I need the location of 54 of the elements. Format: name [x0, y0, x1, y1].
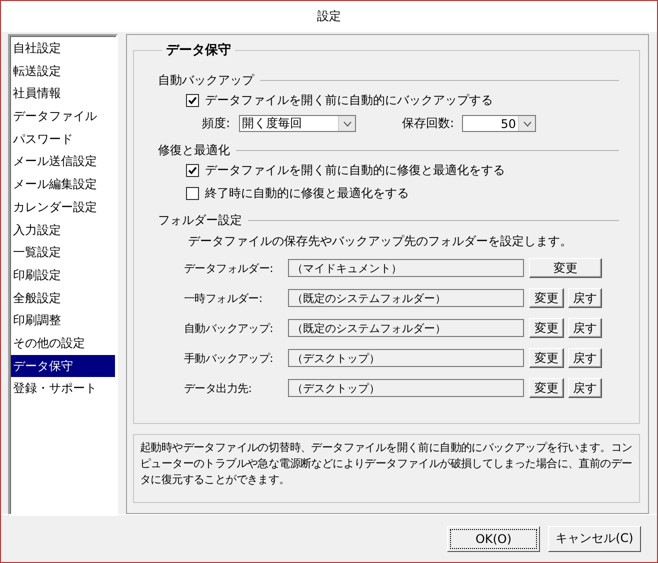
- ok-button[interactable]: OK(O): [447, 526, 540, 552]
- checkbox-label: 終了時に自動的に修復と最適化をする: [205, 185, 409, 202]
- folder-button[interactable]: 戻す: [568, 288, 602, 308]
- help-text: 起動時やデータファイルの切替時、データファイルを開く前に自動的にバックアップを行います。コンピューターのトラブルや急な電源断などによりデータファイルが破損してしまった場合に、直前のデータに復元することができます。: [140, 440, 633, 488]
- folder-path-field[interactable]: （マイドキュメント）: [288, 259, 524, 277]
- folder-button[interactable]: 変更: [529, 288, 564, 308]
- checkbox[interactable]: [186, 187, 199, 200]
- field-label: 保存回数:: [402, 115, 456, 132]
- sidebar-item[interactable]: データファイル: [11, 105, 115, 128]
- sidebar-item[interactable]: 入力設定: [11, 218, 115, 242]
- description-text: データファイルの保存先やバックアップ先のフォルダーを設定します。: [188, 232, 572, 250]
- folder-label: データ出力先:: [184, 380, 253, 396]
- folder-button[interactable]: 変更: [529, 348, 564, 368]
- checkbox-label: データファイルを開く前に自動的に修復と最適化をする: [205, 162, 505, 179]
- folder-button[interactable]: 戻す: [568, 378, 602, 398]
- folder-label: 手動バックアップ:: [184, 350, 274, 366]
- group-title: データ保守: [165, 42, 232, 59]
- window-title: 設定: [317, 8, 341, 25]
- field-label: 頻度:: [202, 115, 232, 132]
- folder-path-field[interactable]: （既定のシステムフォルダー）: [288, 289, 524, 307]
- folder-path-field[interactable]: （既定のシステムフォルダー）: [288, 319, 524, 337]
- sidebar-item[interactable]: 転送設定: [11, 60, 115, 82]
- frequency-dropdown[interactable]: 開く度毎回: [239, 115, 356, 132]
- folder-button[interactable]: 戻す: [568, 348, 602, 368]
- sidebar-item[interactable]: カレンダー設定: [11, 196, 115, 218]
- count-dropdown[interactable]: 50: [462, 115, 536, 132]
- folder-button[interactable]: 戻す: [568, 318, 602, 338]
- folder-path-field[interactable]: （デスクトップ）: [288, 349, 524, 367]
- sidebar-item[interactable]: 一覧設定: [11, 241, 115, 264]
- folder-button[interactable]: 変更: [529, 318, 564, 338]
- section-title: フォルダー設定: [158, 212, 242, 228]
- cancel-button[interactable]: キャンセル(C): [548, 526, 641, 552]
- folder-path-field[interactable]: （デスクトップ）: [288, 379, 524, 397]
- sidebar-item[interactable]: パスワード: [11, 128, 115, 150]
- sidebar-item[interactable]: 社員情報: [11, 82, 115, 106]
- folder-label: データフォルダー:: [184, 260, 274, 276]
- checkbox[interactable]: [186, 164, 199, 177]
- sidebar-item[interactable]: その他の設定: [11, 332, 115, 355]
- folder-label: 自動バックアップ:: [184, 320, 274, 336]
- folder-button[interactable]: 変更: [529, 258, 602, 278]
- folder-label: 一時フォルダー:: [184, 290, 264, 306]
- section-title: 自動バックアップ: [158, 72, 254, 88]
- sidebar-item[interactable]: 印刷調整: [11, 309, 115, 332]
- sidebar-item[interactable]: 全般設定: [11, 286, 115, 310]
- sidebar-item[interactable]: 印刷設定: [11, 264, 115, 287]
- sidebar-item[interactable]: 登録・サポート: [11, 377, 115, 400]
- checkbox[interactable]: [186, 94, 199, 107]
- folder-button[interactable]: 変更: [529, 378, 564, 398]
- section-title: 修復と最適化: [158, 142, 230, 158]
- sidebar-item[interactable]: 自社設定: [11, 37, 115, 60]
- sidebar-item[interactable]: メール送信設定: [11, 150, 115, 174]
- checkbox-label: データファイルを開く前に自動的にバックアップする: [205, 92, 493, 109]
- sidebar-item[interactable]: データ保守: [11, 354, 115, 378]
- sidebar-item[interactable]: メール編集設定: [11, 173, 115, 196]
